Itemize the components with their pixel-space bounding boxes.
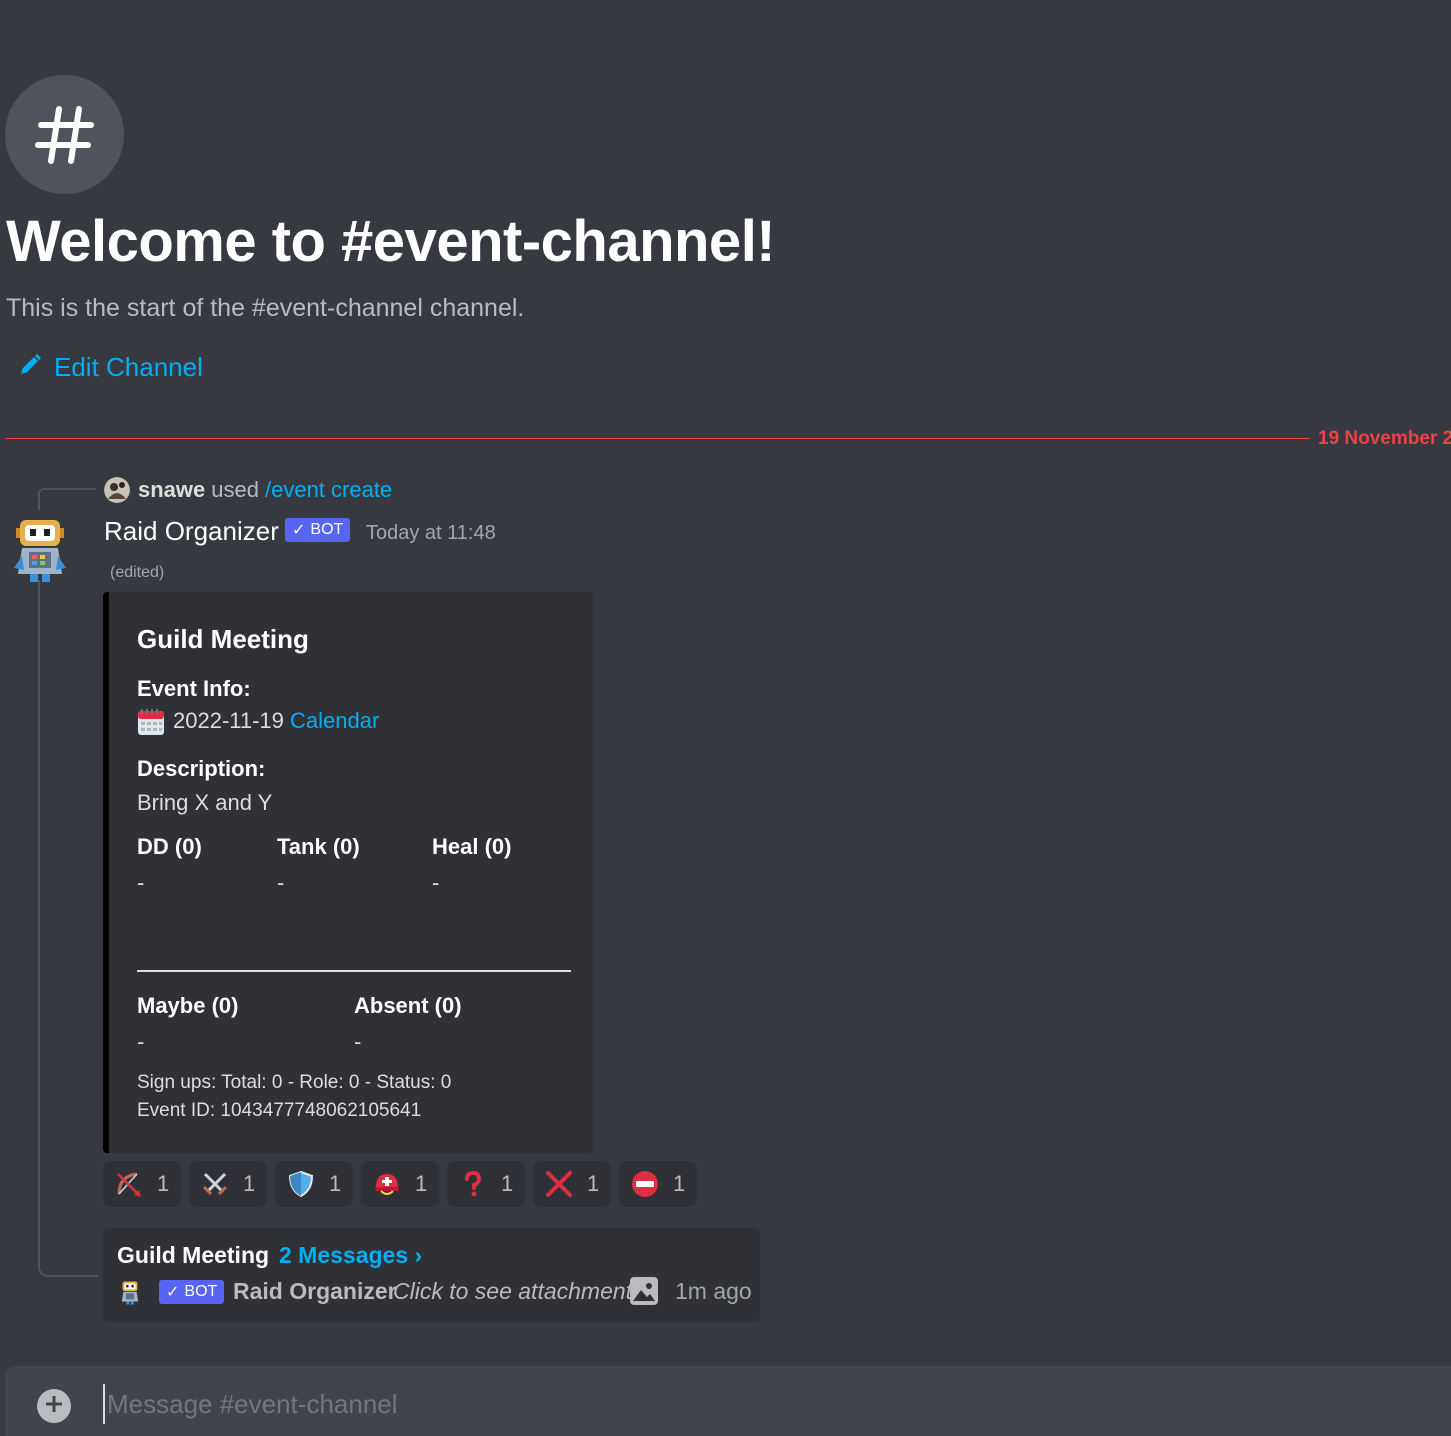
status-maybe-name: Maybe (0) xyxy=(137,993,239,1018)
reaction-bow[interactable]: 1 xyxy=(103,1161,181,1207)
edit-channel-label: Edit Channel xyxy=(54,352,203,382)
reply-context[interactable]: snawe used /event create xyxy=(104,476,392,504)
embed-divider xyxy=(137,970,571,972)
verified-check-icon: ✓ xyxy=(166,1284,180,1301)
event-info-value: 2022-11-19 Calendar xyxy=(137,708,379,736)
reply-spine xyxy=(38,488,96,510)
question-mark-icon xyxy=(459,1170,487,1198)
status-absent-name: Absent (0) xyxy=(354,993,462,1018)
plus-icon xyxy=(44,1394,64,1419)
reaction-count: 1 xyxy=(157,1171,170,1196)
edit-channel-button[interactable]: Edit Channel xyxy=(18,352,203,383)
thread-bot-badge: ✓ BOT xyxy=(159,1280,225,1304)
reaction-count: 1 xyxy=(587,1171,600,1196)
date-divider-label: 19 November 2 xyxy=(1318,428,1451,449)
calendar-icon xyxy=(137,708,165,736)
reply-command-link[interactable]: /event create xyxy=(265,477,392,503)
role-dd-value: - xyxy=(137,870,145,895)
reaction-question[interactable]: 1 xyxy=(447,1161,525,1207)
add-attachment-button[interactable] xyxy=(37,1389,71,1423)
reply-user-avatar[interactable] xyxy=(104,477,130,503)
message-composer xyxy=(5,1366,1451,1436)
thread-spine xyxy=(38,580,98,1277)
reaction-swords[interactable]: 1 xyxy=(189,1161,267,1207)
bot-badge: ✓ BOT xyxy=(285,518,351,542)
embed-title: Guild Meeting xyxy=(137,624,309,654)
reaction-bar: 1 1 1 1 1 1 1 xyxy=(103,1161,705,1207)
rescue-helmet-icon xyxy=(373,1170,401,1198)
event-id-text: Event ID: 1043477748062105641 xyxy=(137,1100,422,1121)
thread-message-count[interactable]: 2 Messages › xyxy=(279,1242,422,1269)
date-divider-line xyxy=(5,438,1310,439)
reaction-count: 1 xyxy=(501,1171,514,1196)
message-input[interactable] xyxy=(103,1384,1403,1424)
description-value: Bring X and Y xyxy=(137,790,273,815)
no-entry-icon xyxy=(631,1170,659,1198)
discord-channel-view: Welcome to #event-channel! This is the s… xyxy=(0,0,1451,1436)
crossed-swords-icon xyxy=(201,1170,229,1198)
thread-name[interactable]: Guild Meeting xyxy=(117,1242,269,1269)
role-tank-value: - xyxy=(277,870,285,895)
bot-badge-label: BOT xyxy=(310,521,344,538)
verified-check-icon: ✓ xyxy=(292,522,306,539)
thread-last-message: Click to see attachment xyxy=(393,1278,633,1304)
reaction-count: 1 xyxy=(673,1171,686,1196)
reply-used-text: used xyxy=(211,477,259,502)
signups-text: Sign ups: Total: 0 - Role: 0 - Status: 0 xyxy=(137,1072,452,1093)
reaction-helmet[interactable]: 1 xyxy=(361,1161,439,1207)
message-timestamp[interactable]: Today at 11:48 xyxy=(366,522,496,545)
reaction-shield[interactable]: 1 xyxy=(275,1161,353,1207)
welcome-title: Welcome to #event-channel! xyxy=(6,209,776,274)
cross-mark-icon xyxy=(545,1170,573,1198)
role-heal-value: - xyxy=(432,870,440,895)
status-maybe-value: - xyxy=(137,1029,145,1054)
thread-preview[interactable]: Guild Meeting 2 Messages › ✓ BOT Raid Or… xyxy=(103,1228,760,1322)
thread-bot-badge-label: BOT xyxy=(184,1283,218,1300)
thread-bot-avatar xyxy=(119,1280,141,1306)
edited-label: (edited) xyxy=(110,564,165,581)
reaction-count: 1 xyxy=(243,1171,256,1196)
reply-username[interactable]: snawe xyxy=(138,477,205,503)
reaction-count: 1 xyxy=(415,1171,428,1196)
event-date: 2022-11-19 xyxy=(173,708,284,733)
calendar-link[interactable]: Calendar xyxy=(290,708,379,733)
channel-hash-icon xyxy=(5,75,124,194)
pencil-icon xyxy=(18,353,42,382)
event-embed: Guild Meeting Event Info: 2022-11-19 Cal… xyxy=(103,592,593,1153)
shield-icon xyxy=(287,1170,315,1198)
message-author[interactable]: Raid Organizer xyxy=(104,516,279,547)
reaction-no-entry[interactable]: 1 xyxy=(619,1161,697,1207)
reaction-cross[interactable]: 1 xyxy=(533,1161,611,1207)
role-dd-name: DD (0) xyxy=(137,834,202,859)
bow-icon xyxy=(115,1170,143,1198)
event-info-label: Event Info: xyxy=(137,676,251,701)
thread-last-time: 1m ago xyxy=(675,1278,752,1304)
role-tank-name: Tank (0) xyxy=(277,834,360,859)
image-attachment-icon xyxy=(629,1276,659,1306)
role-heal-name: Heal (0) xyxy=(432,834,512,859)
status-absent-value: - xyxy=(354,1029,362,1054)
thread-last-author: Raid Organizer xyxy=(233,1278,397,1304)
description-label: Description: xyxy=(137,756,266,781)
reaction-count: 1 xyxy=(329,1171,342,1196)
bot-avatar[interactable] xyxy=(12,516,68,586)
welcome-subtitle: This is the start of the #event-channel … xyxy=(6,294,525,322)
